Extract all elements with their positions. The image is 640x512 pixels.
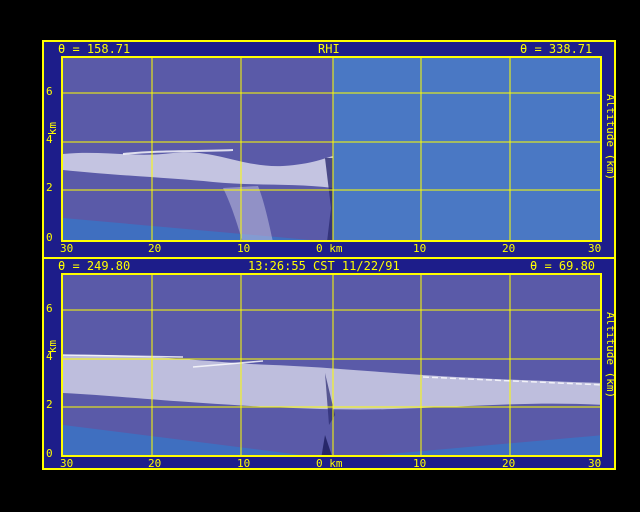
bottom-xtick-1: 20 — [148, 457, 162, 470]
top-rhi-plot — [61, 56, 602, 242]
bottom-xtick-5: 20 — [502, 457, 516, 470]
bottom-xtick-4: 10 — [413, 457, 427, 470]
top-xtick-2: 10 — [237, 242, 251, 255]
bottom-ytick-2: 2 — [46, 398, 53, 411]
top-xtick-0: 30 — [60, 242, 74, 255]
radar-display-frame: θ = 158.71 RHI θ = 338.71 0 2 4 6 km Alt… — [42, 40, 617, 470]
top-ytick-2: 2 — [46, 181, 53, 194]
bottom-xtick-3: 0 km — [316, 457, 343, 470]
top-xtick-1: 20 — [148, 242, 162, 255]
bottom-left-azimuth: θ = 249.80 — [58, 259, 131, 273]
top-xtick-5: 20 — [502, 242, 516, 255]
top-xtick-4: 10 — [413, 242, 427, 255]
bottom-y-axis-right-label: Altitude (km) — [604, 312, 617, 399]
bottom-xtick-2: 10 — [237, 457, 251, 470]
top-ytick-6: 6 — [46, 85, 53, 98]
top-y-axis-label: km — [46, 122, 59, 136]
bottom-right-azimuth: θ = 69.80 — [530, 259, 596, 273]
top-ytick-4: 4 — [46, 133, 53, 146]
bottom-y-axis-label: km — [46, 340, 59, 354]
bottom-rhi-image — [63, 275, 600, 455]
bottom-ytick-0: 0 — [46, 447, 53, 460]
bottom-rhi-plot — [61, 273, 602, 457]
bottom-xtick-6: 30 — [588, 457, 602, 470]
top-xtick-6: 30 — [588, 242, 602, 255]
top-center-label: RHI — [318, 42, 340, 56]
top-ytick-0: 0 — [46, 231, 53, 244]
bottom-xtick-0: 30 — [60, 457, 74, 470]
bottom-center-timestamp: 13:26:55 CST 11/22/91 — [248, 259, 400, 273]
top-xtick-3: 0 km — [316, 242, 343, 255]
top-right-azimuth: θ = 338.71 — [520, 42, 593, 56]
bottom-ytick-6: 6 — [46, 302, 53, 315]
top-left-azimuth: θ = 158.71 — [58, 42, 131, 56]
top-y-axis-right-label: Altitude (km) — [604, 94, 617, 181]
top-rhi-image — [63, 58, 600, 240]
